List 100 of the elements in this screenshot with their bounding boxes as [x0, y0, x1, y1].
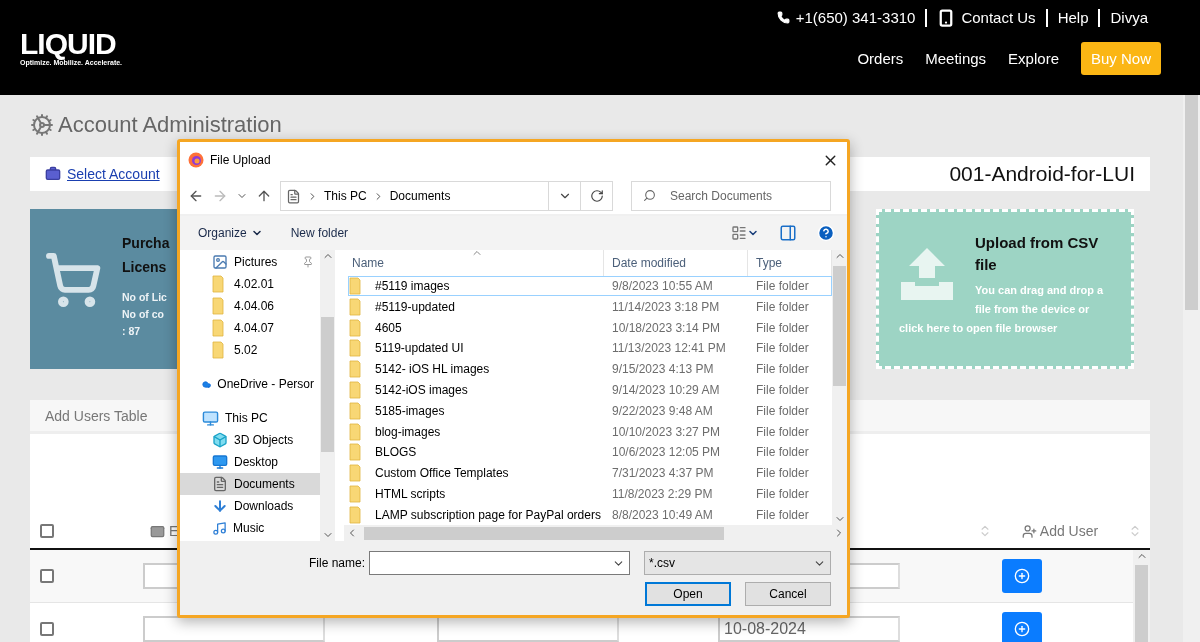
tree-item[interactable]: 4.02.01	[180, 273, 320, 295]
file-name: HTML scripts	[375, 486, 447, 501]
file-date: 11/8/2023 2:29 PM	[611, 486, 714, 501]
tree-item[interactable]: 5.02	[180, 339, 320, 361]
file-type: File folder	[755, 424, 810, 439]
help-button[interactable]	[817, 224, 835, 242]
cart-icon	[44, 251, 102, 309]
breadcrumb-link[interactable]: Select Account	[67, 166, 160, 182]
toolbar-button[interactable]: Organize	[198, 226, 263, 240]
column-header[interactable]: E	[169, 523, 179, 539]
path-segment[interactable]: This PC	[324, 189, 367, 203]
tree-item[interactable]: Documents	[180, 473, 320, 495]
file-type-select[interactable]: *.csv	[644, 551, 831, 575]
tree-item[interactable]: Pictures	[180, 251, 320, 273]
file-date: 10/6/2023 12:05 PM	[611, 445, 722, 460]
file-name: #5119-updated	[375, 299, 456, 314]
gear-icon	[30, 113, 54, 137]
address-bar[interactable]: This PC Documents	[280, 181, 613, 211]
file-name: 5119-updated UI	[375, 341, 465, 356]
scrollbar[interactable]	[1133, 550, 1150, 642]
card-text: No of co	[122, 307, 164, 322]
file-date: 11/13/2023 12:41 PM	[611, 341, 727, 356]
add-user-icon	[1021, 523, 1037, 539]
file-row[interactable]: 5119-updated UI 11/13/2023 12:41 PM File folder	[348, 338, 832, 359]
file-date: 10/10/2023 3:27 PM	[611, 424, 722, 439]
tree-item[interactable]: Downloads	[180, 495, 320, 517]
desktop-icon	[212, 454, 228, 470]
tree-item[interactable]: 4.04.06	[180, 295, 320, 317]
scrollbar[interactable]	[344, 525, 847, 541]
briefcase-icon	[45, 166, 61, 182]
file-name-field[interactable]	[369, 551, 630, 575]
add-user-button[interactable]	[1002, 612, 1042, 642]
file-row[interactable]: 4605 10/18/2023 3:14 PM File folder	[348, 317, 832, 339]
file-type: File folder	[755, 320, 810, 335]
search-icon	[643, 189, 656, 202]
checkbox[interactable]	[40, 569, 54, 583]
phone-number[interactable]: +1(650) 341-3310	[795, 8, 916, 27]
up-button[interactable]	[256, 188, 272, 204]
file-type: File folder	[755, 362, 810, 377]
view-options-button[interactable]	[731, 225, 759, 241]
input-field[interactable]: 10-08-2024	[718, 616, 900, 642]
file-type: File folder	[755, 403, 810, 418]
checkbox[interactable]	[40, 524, 54, 538]
tree-item[interactable]: This PC	[180, 407, 320, 429]
phone-icon	[776, 11, 790, 24]
file-row[interactable]: HTML scripts 11/8/2023 2:29 PM File folder	[348, 483, 832, 505]
file-row[interactable]: blog-images 10/10/2023 3:27 PM File folder	[348, 421, 832, 442]
search-field[interactable]: Search Documents	[631, 181, 831, 211]
nav-link[interactable]: Explore	[1008, 50, 1059, 67]
file-type: File folder	[755, 507, 810, 522]
plus-icon	[1014, 568, 1030, 584]
monitor-icon	[202, 409, 219, 427]
tree-item[interactable]: OneDrive - Persor	[180, 373, 320, 395]
file-row[interactable]: #5119 images 9/8/2023 10:55 AM File folder	[348, 275, 832, 297]
forward-button[interactable]	[212, 188, 228, 204]
dialog-button[interactable]: Open	[645, 582, 731, 606]
refresh-icon[interactable]	[589, 189, 604, 203]
toolbar-button[interactable]: New folder	[290, 226, 349, 240]
tree-item[interactable]: 3D Objects	[180, 429, 320, 451]
download-icon	[212, 498, 228, 514]
dialog-title: File Upload	[210, 153, 272, 167]
file-row[interactable]: 5185-images 9/22/2023 9:48 AM File folder	[348, 400, 832, 422]
tree-item[interactable]: 4.04.07	[180, 317, 320, 339]
column-header[interactable]: Date modified	[604, 250, 748, 276]
upload-card[interactable]: Upload from CSV file You can drag and drop a file from the device or click here to open file browser	[876, 209, 1134, 369]
file-date: 9/22/2023 9:48 AM	[611, 403, 714, 418]
header-link[interactable]: Divya	[1110, 8, 1148, 27]
cube-icon	[212, 432, 228, 448]
input-field[interactable]	[143, 616, 325, 642]
column-header[interactable]: Add User	[1021, 523, 1099, 539]
path-segment[interactable]: Documents	[389, 189, 451, 203]
pin-icon[interactable]	[302, 256, 314, 268]
tree-item[interactable]: Desktop	[180, 451, 320, 473]
checkbox[interactable]	[40, 622, 54, 636]
file-row[interactable]: LAMP subscription page for PayPal orders 8/8/2023 10:49 AM File folder	[348, 504, 832, 526]
file-row[interactable]: 5142- iOS HL images 9/15/2023 4:13 PM File folder	[348, 358, 832, 380]
card-title: Licens	[122, 258, 167, 277]
add-user-button[interactable]	[1002, 559, 1042, 593]
nav-link[interactable]: Orders	[857, 50, 904, 67]
file-row[interactable]: Custom Office Templates 7/31/2023 4:37 PM File folder	[348, 462, 832, 484]
file-row[interactable]: BLOGS 10/6/2023 12:05 PM File folder	[348, 441, 832, 463]
header-link[interactable]: Help	[1057, 8, 1089, 27]
nav-link[interactable]: Meetings	[925, 50, 987, 67]
input-field[interactable]	[437, 616, 619, 642]
file-date: 7/31/2023 4:37 PM	[611, 466, 715, 481]
logo[interactable]: LIQUID	[20, 29, 123, 59]
tree-item[interactable]: Music	[180, 517, 320, 539]
file-row[interactable]: 5142-iOS images 9/14/2023 10:29 AM File folder	[348, 379, 832, 401]
page-scrollbar[interactable]	[1183, 95, 1200, 642]
dialog-button[interactable]: Cancel	[745, 582, 831, 606]
mail-icon	[150, 523, 165, 539]
column-header[interactable]: Name	[344, 250, 604, 276]
upload-text: You can drag and drop a file from the device or click here to open file browser	[899, 284, 1104, 334]
preview-pane-button[interactable]	[779, 224, 797, 242]
file-row[interactable]: #5119-updated 11/14/2023 3:18 PM File folder	[348, 296, 832, 318]
details-view-icon	[731, 225, 747, 241]
back-button[interactable]	[188, 188, 204, 204]
header-link[interactable]: Contact Us	[961, 8, 1036, 27]
file-date: 9/8/2023 10:55 AM	[611, 279, 714, 294]
help-icon	[817, 224, 835, 242]
